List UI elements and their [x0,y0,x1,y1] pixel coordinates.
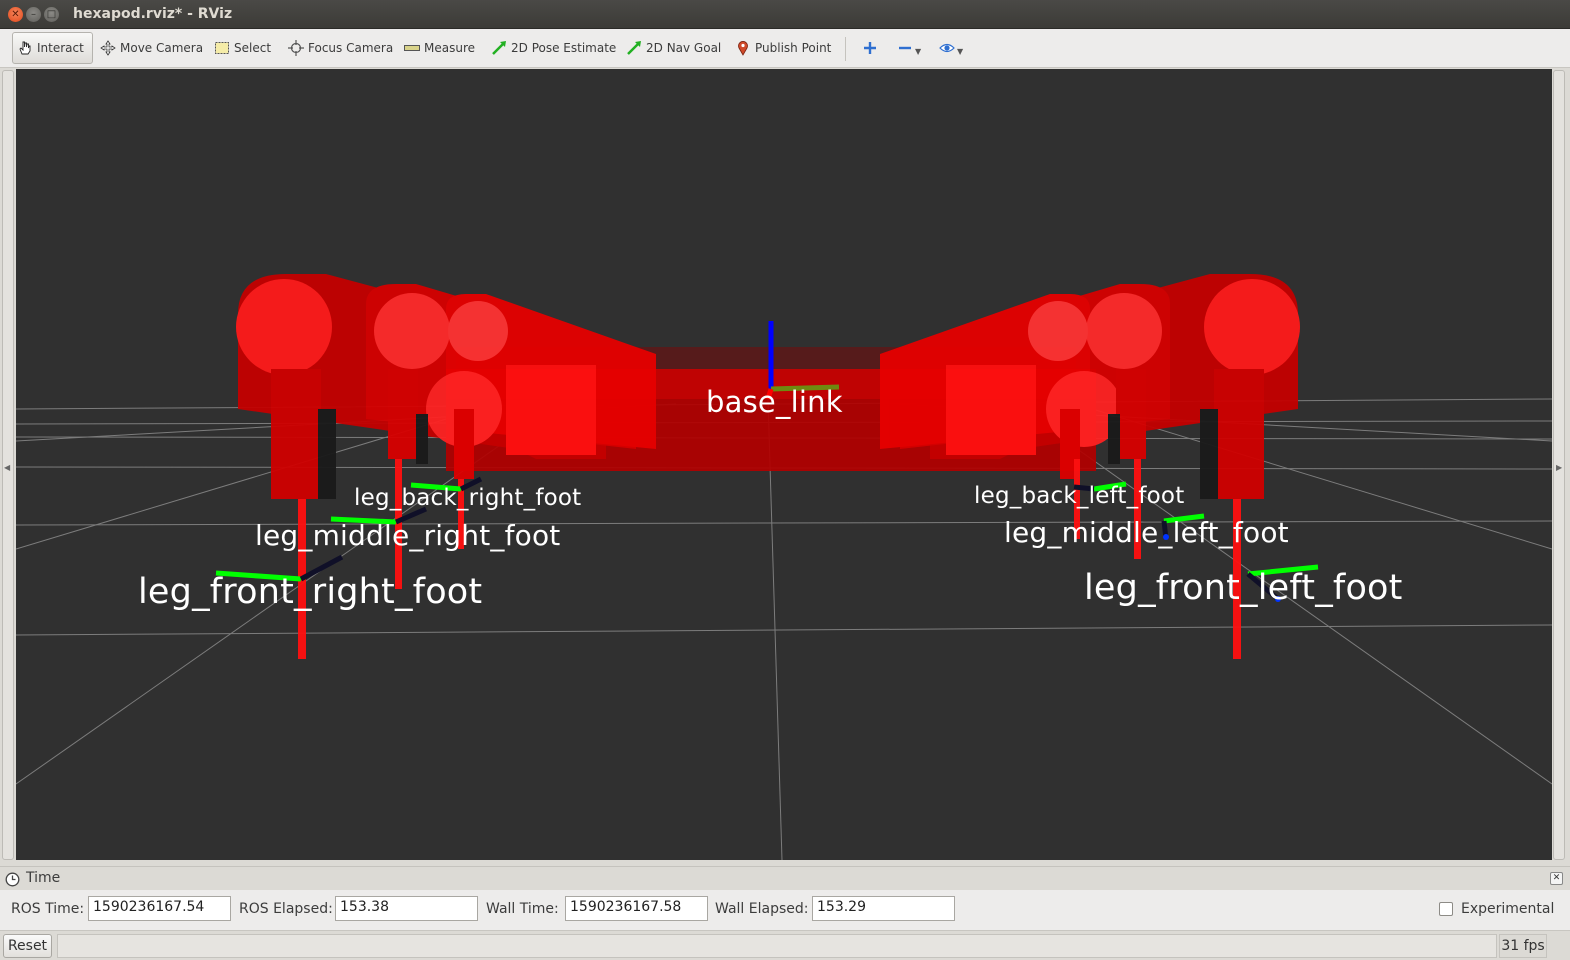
focus-camera-tool-button[interactable]: Focus Camera [284,32,397,64]
wall-time-label: Wall Time: [486,901,559,917]
title-bar: ✕ – □ hexapod.rviz* - RViz [0,0,1570,29]
interact-tool-button[interactable]: Interact [12,32,93,64]
green-arrow-icon [627,41,641,55]
base-link-label: base_link [706,385,843,419]
crosshair-icon [288,40,304,56]
toolbar-separator [845,37,846,61]
right-dock-collapse-handle[interactable]: ▶ [1553,70,1565,860]
tool-properties-button[interactable]: ▼ [935,32,967,64]
selection-box-icon [215,42,229,54]
leg-front-left-foot-label: leg_front_left_foot [1084,568,1403,608]
3d-render-view[interactable]: base_link leg_back_right_foot leg_middle… [16,69,1552,860]
window-minimize-button[interactable]: – [26,7,41,22]
window-maximize-button[interactable]: □ [44,7,59,22]
fps-indicator: 31 fps [1499,934,1547,958]
green-arrow-icon [492,41,506,55]
robot-scene [16,274,1552,860]
leg-back-left-foot-label: leg_back_left_foot [974,483,1185,509]
experimental-checkbox[interactable] [1439,902,1453,916]
status-message-area [57,934,1497,958]
nav-goal-tool-label: 2D Nav Goal [646,41,722,55]
chevron-right-icon: ▶ [1556,463,1563,472]
focus-camera-tool-label: Focus Camera [308,41,394,55]
remove-tool-button[interactable]: ▼ [893,32,925,64]
pose-estimate-tool-label: 2D Pose Estimate [511,41,617,55]
ros-time-field[interactable]: 1590236167.54 [88,896,231,921]
chevron-down-icon: ▼ [915,46,922,56]
ruler-icon [404,45,420,51]
measure-tool-button[interactable]: Measure [400,32,479,64]
window-title: hexapod.rviz* - RViz [73,6,233,22]
pose-estimate-tool-button[interactable]: 2D Pose Estimate [487,32,620,64]
status-bar: Reset 31 fps [0,930,1570,960]
leg-middle-left-foot-label: leg_middle_left_foot [1004,516,1289,549]
window-close-button[interactable]: ✕ [8,7,23,22]
move-arrows-icon [100,40,116,56]
select-tool-label: Select [234,41,272,55]
interact-tool-label: Interact [37,41,84,55]
left-dock-collapse-handle[interactable]: ◀ [2,70,14,860]
wall-elapsed-field[interactable]: 153.29 [812,896,955,921]
chevron-left-icon: ◀ [4,463,11,472]
hand-pointer-icon [19,41,31,55]
select-tool-button[interactable]: Select [210,32,275,64]
clock-icon [5,872,20,887]
plus-icon [864,42,876,54]
publish-point-tool-label: Publish Point [755,41,832,55]
leg-middle-right-foot-label: leg_middle_right_foot [255,519,561,552]
nav-goal-tool-button[interactable]: 2D Nav Goal [622,32,725,64]
time-panel-close-button[interactable]: ✕ [1550,872,1563,885]
time-panel-title: Time [26,870,61,886]
toolbar: Interact Move Camera Select Focus Camera… [0,29,1570,68]
ros-time-label: ROS Time: [11,901,85,917]
chevron-down-icon: ▼ [957,46,964,56]
map-pin-icon [738,41,748,56]
eye-icon [939,43,955,53]
wall-time-field[interactable]: 1590236167.58 [565,896,708,921]
ros-elapsed-label: ROS Elapsed: [239,901,333,917]
leg-front-right-foot-label: leg_front_right_foot [138,572,483,612]
wall-elapsed-label: Wall Elapsed: [715,901,809,917]
add-tool-button[interactable] [858,32,882,64]
publish-point-tool-button[interactable]: Publish Point [731,32,835,64]
move-camera-tool-button[interactable]: Move Camera [96,32,207,64]
time-panel-header: Time ✕ [0,866,1570,890]
measure-tool-label: Measure [424,41,475,55]
reset-button[interactable]: Reset [3,934,52,958]
leg-back-right-foot-label: leg_back_right_foot [354,485,582,511]
time-panel: ROS Time: 1590236167.54 ROS Elapsed: 153… [0,890,1570,930]
ros-elapsed-field[interactable]: 153.38 [335,896,478,921]
move-camera-tool-label: Move Camera [120,41,204,55]
minus-icon [899,46,911,50]
experimental-label: Experimental [1461,901,1555,917]
